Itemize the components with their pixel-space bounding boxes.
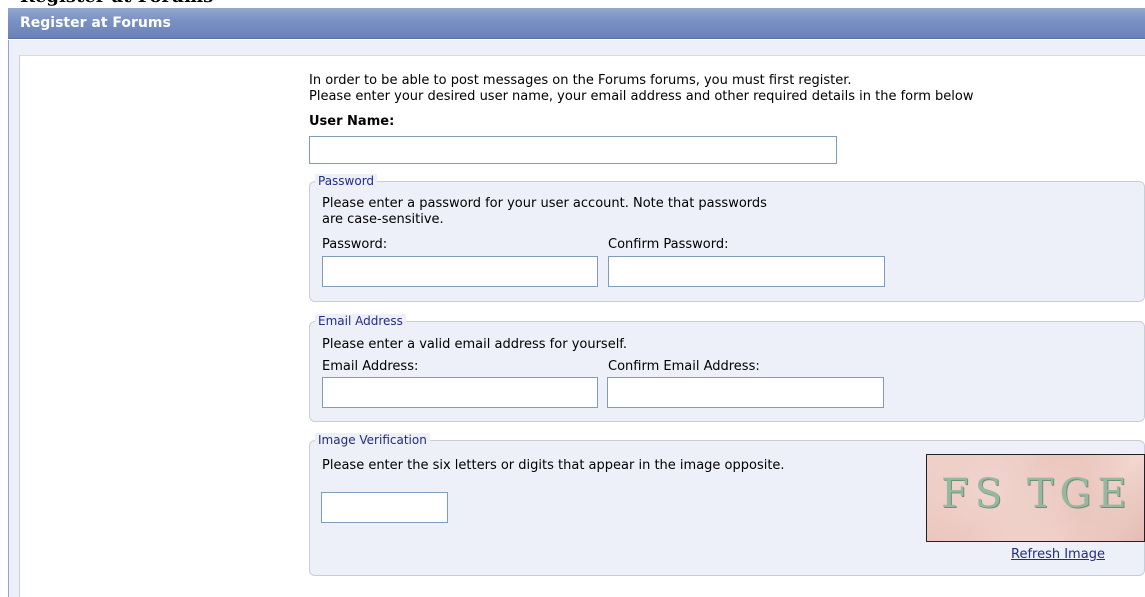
intro-line-2: Please enter your desired user name, you… [309, 89, 974, 104]
password-input[interactable] [322, 256, 598, 287]
captcha-glyphs: FS TGE [941, 471, 1133, 517]
verification-code-input[interactable] [321, 492, 448, 523]
password-description-line-1: Please enter a password for your user ac… [322, 196, 767, 211]
password-description-line-2: are case-sensitive. [322, 212, 444, 227]
intro-line-1: In order to be able to post messages on … [309, 73, 852, 88]
verification-legend: Image Verification [315, 433, 430, 447]
refresh-image-link[interactable]: Refresh Image [1011, 547, 1105, 562]
email-description: Please enter a valid email address for y… [322, 337, 628, 352]
captcha-image: FS TGE [926, 454, 1145, 542]
username-input[interactable] [309, 136, 837, 164]
confirm-email-label: Confirm Email Address: [608, 359, 760, 374]
email-legend: Email Address [315, 314, 406, 328]
confirm-password-label: Confirm Password: [608, 237, 729, 252]
password-legend: Password [315, 174, 378, 188]
password-label: Password: [322, 237, 388, 252]
confirm-password-input[interactable] [608, 256, 885, 287]
username-label: User Name: [309, 114, 395, 129]
verification-description: Please enter the six letters or digits t… [322, 458, 785, 473]
registration-form: In order to be able to post messages on … [0, 0, 1145, 597]
confirm-email-input[interactable] [607, 377, 884, 408]
email-input[interactable] [322, 377, 598, 408]
email-label: Email Address: [322, 359, 419, 374]
intro-text: In order to be able to post messages on … [309, 73, 973, 105]
